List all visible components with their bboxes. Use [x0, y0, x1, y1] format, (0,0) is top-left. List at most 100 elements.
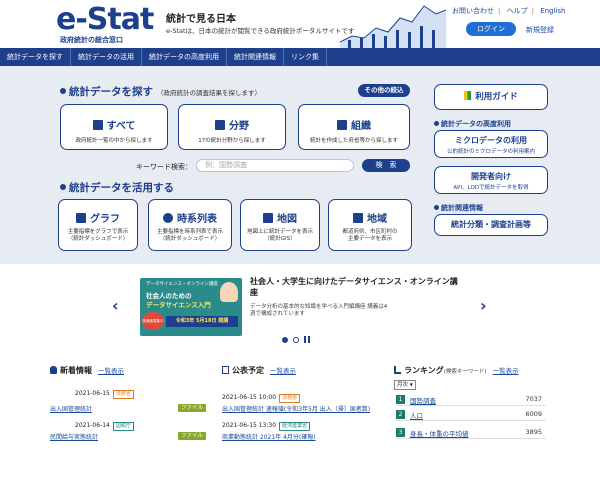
- logo-subtitle: 政府統計の総合窓口: [60, 36, 123, 44]
- news-tag: 国税庁: [112, 422, 134, 431]
- card-map-desc1: 地図上に統計データを表示: [246, 229, 313, 235]
- contact-link[interactable]: お問い合わせ: [452, 7, 494, 15]
- estat-logo[interactable]: e-Stat: [56, 4, 154, 36]
- card-timeseries-title: 時系列表: [177, 214, 217, 225]
- register-link[interactable]: 新規登録: [526, 25, 554, 35]
- schedule-date: 2021-06-15 13:30: [222, 422, 277, 429]
- header: e-Stat 政府統計の総合窓口 統計で見る日本 e-Statは、日本の統計が閲…: [0, 0, 600, 48]
- card-field-title: 分野: [229, 121, 249, 132]
- user-guide-button[interactable]: 利用ガイド: [434, 84, 548, 110]
- rank-count: 6009: [525, 410, 542, 418]
- chevron-down-icon: ▼: [409, 382, 413, 387]
- bottom-section: 新着情報 一覧表示 2021-06-15 法務省 出入国管理統計 ファイル 2021…: [0, 348, 600, 493]
- schedule-tag: 経済産業省: [279, 422, 311, 431]
- card-all-desc: 政府統計一覧の中から探します: [75, 138, 153, 144]
- keyword-search-input[interactable]: 例：国勢調査: [196, 159, 354, 172]
- news-item: 2021-06-15 法務省: [75, 390, 134, 399]
- card-organization-desc: 統計を作成した府省等から探します: [309, 138, 398, 144]
- advanced-use-heading: 統計データの高度利用: [434, 119, 511, 129]
- card-map-desc2: （統計GIS）: [264, 236, 296, 242]
- rank-keyword-link[interactable]: 身長・体重の平均値: [410, 428, 469, 438]
- card-region-title: 地域: [367, 214, 387, 225]
- keyword-search-button[interactable]: 検 索: [362, 159, 410, 172]
- card-graph-title: グラフ: [90, 214, 120, 225]
- use-section-title: 統計データを活用する: [60, 180, 174, 195]
- ranking-period-select[interactable]: 月次 ▼: [394, 380, 416, 390]
- schedule-title-link[interactable]: 商業動態統計 2021年 4月分(確報): [222, 432, 316, 441]
- tagline-description: e-Statは、日本の統計が閲覧できる政府統計ポータルサイトです: [166, 27, 355, 35]
- card-all[interactable]: すべて 政府統計一覧の中から探します: [60, 104, 168, 150]
- login-button[interactable]: ログイン: [466, 22, 516, 36]
- carousel-dot[interactable]: [293, 336, 299, 343]
- schedule-heading: 公表予定 一覧表示: [222, 365, 296, 376]
- bullet-icon: [60, 184, 66, 190]
- bullet-icon: [434, 205, 439, 210]
- rank-keyword-link[interactable]: 人口: [410, 410, 423, 420]
- news-list-link[interactable]: 一覧表示: [98, 367, 124, 375]
- ranking-bar-icon: [394, 366, 401, 374]
- banner-description: データ分析の基本的な知識を学べる入門編講座 講義は4週で構成されています: [250, 304, 388, 317]
- card-organization[interactable]: 組織 統計を作成した府省等から探します: [298, 104, 410, 150]
- card-graph[interactable]: グラフ 主要指標をグラフで表示 （統計ダッシュボード）: [58, 199, 138, 251]
- card-region-desc2: 主要データを表示: [347, 236, 392, 242]
- ranking-list-link[interactable]: 一覧表示: [493, 367, 519, 375]
- nav-item-search-data[interactable]: 統計データを探す: [0, 48, 71, 66]
- rank-number: 3: [396, 428, 405, 437]
- pause-icon[interactable]: [304, 336, 310, 343]
- banner-image-line3: データサイエンス入門: [146, 301, 211, 309]
- carousel-prev-button[interactable]: ‹: [112, 296, 119, 315]
- related-info-heading: 統計関連情報: [434, 203, 483, 213]
- carousel-next-button[interactable]: ›: [480, 296, 487, 315]
- carousel-dot-active[interactable]: [282, 336, 288, 343]
- news-heading: 新着情報 一覧表示: [50, 365, 124, 376]
- card-field[interactable]: 分野 17の統計分野から探します: [178, 104, 286, 150]
- bell-icon: [50, 366, 57, 374]
- schedule-item: 2021-06-15 10:00 法務省: [222, 394, 301, 403]
- ranking-row: 1 国勢調査 7037: [396, 394, 546, 406]
- card-map-title: 地図: [277, 214, 297, 225]
- nav-item-links[interactable]: リンク集: [284, 48, 327, 66]
- english-link[interactable]: English: [540, 7, 565, 15]
- card-organization-title: 組織: [351, 121, 371, 132]
- developer-title: 開発者向け: [471, 172, 511, 181]
- file-badge[interactable]: ファイル: [178, 404, 207, 412]
- card-map[interactable]: 地図 地図上に統計データを表示 （統計GIS）: [240, 199, 320, 251]
- news-title-link[interactable]: 民間給与実態統計: [50, 432, 98, 441]
- schedule-date: 2021-06-15 10:00: [222, 394, 277, 401]
- card-field-desc: 17の統計分野から探します: [198, 138, 266, 144]
- nav-item-use-data[interactable]: 統計データの活用: [71, 48, 142, 66]
- developer-button[interactable]: 開発者向け API、LODで統計データを取得: [434, 166, 548, 194]
- schedule-list-link[interactable]: 一覧表示: [270, 367, 296, 375]
- card-region[interactable]: 地域 都道府県、市区町村の 主要データを表示: [328, 199, 412, 251]
- bullet-icon: [434, 121, 439, 126]
- banner-title[interactable]: 社会人・大学生に向けたデータサイエンス・オンライン講座: [250, 276, 460, 298]
- rank-keyword-link[interactable]: 国勢調査: [410, 395, 436, 405]
- rank-number: 1: [396, 395, 405, 404]
- card-region-desc1: 都道府県、市区町村の: [342, 229, 398, 235]
- rank-count: 7037: [525, 395, 542, 403]
- building-icon: [337, 120, 347, 130]
- banner-image[interactable]: データサイエンス・オンライン講座 社会人のための データサイエンス入門 受講者募…: [140, 278, 242, 336]
- microdata-title: ミクロデータの利用: [455, 136, 527, 145]
- help-link[interactable]: ヘルプ: [507, 7, 528, 15]
- developer-desc: API、LODで統計データを取得: [453, 185, 529, 191]
- card-timeseries[interactable]: 時系列表 主要指標を時系列表で表示 （統計ダッシュボード）: [148, 199, 232, 251]
- rank-number: 2: [396, 410, 405, 419]
- schedule-title-link[interactable]: 出入国管理統計 速報値(令和3年5月 出入（帰）国者数): [222, 404, 370, 413]
- microdata-button[interactable]: ミクロデータの利用 公的統計のミクロデータの利用案内: [434, 130, 548, 158]
- global-nav: 統計データを探す 統計データの活用 統計データの高度利用 統計関連情報 リンク集: [0, 48, 600, 66]
- search-section-title: 統計データを探す （政府統計の調査結果を探します）: [60, 84, 261, 99]
- other-filter-button[interactable]: その他の絞込: [358, 84, 410, 97]
- file-badge[interactable]: ファイル: [178, 432, 207, 440]
- classification-button[interactable]: 統計分類・調査計画等: [434, 214, 548, 236]
- banner-image-date: 令和3年 5月18日 開講: [166, 316, 238, 327]
- nav-item-advanced-use[interactable]: 統計データの高度利用: [142, 48, 227, 66]
- nav-item-related-info[interactable]: 統計関連情報: [227, 48, 284, 66]
- clock-icon: [163, 213, 173, 223]
- ranking-subtitle: (検索キーワード): [443, 369, 487, 375]
- microdata-desc: 公的統計のミクロデータの利用案内: [446, 149, 535, 155]
- tagline-title: 統計で見る日本: [166, 14, 236, 25]
- main-panel: 統計データを探す （政府統計の調査結果を探します） その他の絞込 すべて 政府統計…: [0, 66, 600, 264]
- news-title-link[interactable]: 出入国管理統計: [50, 404, 92, 413]
- card-graph-desc2: （統計ダッシュボード）: [67, 236, 129, 242]
